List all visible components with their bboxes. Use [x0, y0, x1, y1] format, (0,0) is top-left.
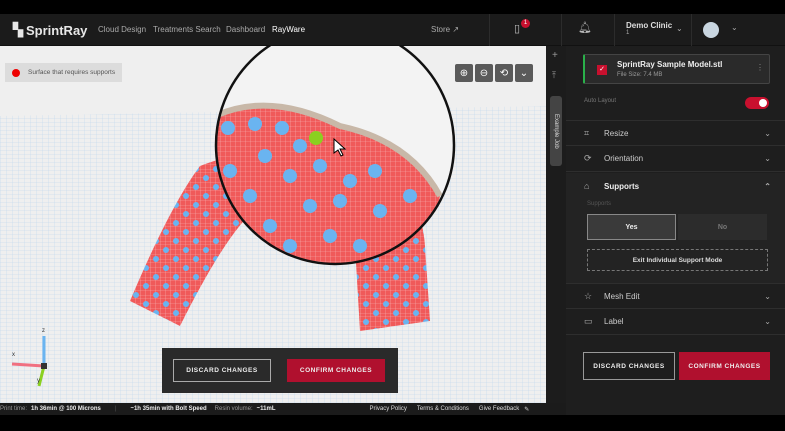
avatar[interactable] [703, 22, 719, 38]
clinic-name: Demo Clinic [626, 21, 673, 30]
section-supports[interactable]: ⌂ Supports ⌃ [566, 173, 785, 199]
selected-support-point[interactable] [309, 131, 323, 145]
print-time-label: Print time: [0, 406, 28, 412]
upload-icon[interactable]: ⤒ [552, 70, 556, 81]
nav-treatments-search[interactable]: Treatments Search [153, 25, 221, 34]
zoom-in-icon[interactable]: ⊕ [455, 64, 473, 82]
label-title: Label [604, 317, 624, 326]
supports-no-button[interactable]: No [678, 214, 767, 240]
bolt-speed-time: ~1h 35min with Bolt Speed [130, 406, 207, 412]
chevron-down-icon: ⌄ [764, 317, 771, 326]
section-resize[interactable]: ⌗ Resize ⌄ [566, 120, 785, 146]
nav-rayware[interactable]: RayWare [272, 25, 305, 34]
discard-changes-button[interactable]: DISCARD CHANGES [173, 359, 271, 382]
example-job-tab[interactable]: Example Job [550, 96, 562, 166]
x-axis-label: x [12, 352, 15, 358]
panel-confirm-changes-button[interactable]: CONFIRM CHANGES [679, 352, 770, 380]
file-checkbox[interactable]: ✓ [597, 65, 607, 75]
section-label[interactable]: ▭ Label ⌄ [566, 309, 785, 335]
chevron-down-icon: ⌄ [764, 154, 771, 163]
mesh-edit-label: Mesh Edit [604, 291, 640, 301]
chevron-down-icon: ⌄ [764, 128, 771, 138]
resin-volume-label: Resin volume: [214, 406, 253, 412]
file-name: SprintRay Sample Model.stl [617, 60, 723, 69]
view-dropdown-icon[interactable]: ⌄ [515, 64, 533, 82]
view-toolbar: ⊕ ⊖ ⟲ ⌄ [455, 64, 533, 82]
z-axis-label: z [42, 328, 45, 334]
logo-icon: ▚ [13, 22, 23, 37]
chevron-up-icon: ⌃ [764, 181, 771, 191]
legend-text: Surface that requires supports [28, 69, 116, 76]
right-panel: ✓ SprintRay Sample Model.stl File Size: … [566, 46, 785, 415]
exit-support-mode-button[interactable]: Exit Individual Support Mode [587, 249, 768, 271]
supports-icon: ⌂ [584, 181, 590, 191]
auto-layout-toggle[interactable] [745, 97, 769, 109]
changes-bar: DISCARD CHANGES CONFIRM CHANGES [162, 348, 398, 393]
x-axis [11, 362, 45, 368]
label-icon: ▭ [584, 316, 593, 326]
clinic-selector[interactable]: Demo Clinic 1 ⌄ [626, 21, 683, 36]
zoom-out-icon[interactable]: ⊖ [475, 64, 493, 82]
confirm-changes-button[interactable]: CONFIRM CHANGES [287, 359, 385, 382]
nav-cloud-design[interactable]: Cloud Design [98, 25, 146, 34]
print-queue-icon[interactable]: ▯ 1 [514, 19, 530, 35]
file-size: File Size: 7.4 MB [617, 72, 663, 78]
store-label: Store [431, 25, 451, 34]
print-time-value: 1h 36min @ 100 Microns [31, 406, 101, 412]
clinic-sub: 1 [626, 30, 630, 36]
notification-badge: 1 [521, 19, 530, 28]
auto-layout-label: Auto Layout [584, 98, 617, 104]
nav-dashboard[interactable]: Dashboard [226, 25, 265, 34]
orientation-label: Orientation [604, 154, 644, 163]
add-icon[interactable]: + [552, 50, 558, 61]
external-link-icon: ↗ [452, 25, 460, 34]
terms-link[interactable]: Terms & Conditions [417, 406, 469, 412]
file-card[interactable]: ✓ SprintRay Sample Model.stl File Size: … [583, 54, 770, 84]
chevron-down-icon: ⌄ [764, 291, 771, 301]
resin-volume-value: ~11mL [256, 406, 276, 412]
red-dot-icon [12, 68, 20, 77]
supports-field-label: Supports [587, 201, 612, 207]
mesh-edit-icon: ☆ [584, 290, 593, 301]
supports-yes-button[interactable]: Yes [587, 214, 676, 240]
rotate-view-icon[interactable]: ⟲ [495, 64, 513, 82]
resize-label: Resize [604, 128, 629, 138]
store-link[interactable]: Store ↗ [431, 25, 459, 34]
more-options-icon[interactable]: ⋮ [756, 63, 764, 72]
y-axis-label: y [37, 378, 40, 384]
crop-icon: ⌗ [584, 127, 590, 138]
give-feedback-link[interactable]: Give Feedback [479, 406, 519, 412]
bell-icon[interactable]: 🔔︎ [578, 21, 592, 34]
3d-viewport[interactable]: z x y Surface that requires supports ⊕ ⊖… [0, 46, 546, 403]
section-mesh-edit[interactable]: ☆ Mesh Edit ⌄ [566, 283, 785, 309]
top-nav: ▚ SprintRay Cloud Design Treatments Searc… [0, 14, 785, 46]
supports-title: Supports [604, 181, 640, 191]
privacy-policy-link[interactable]: Privacy Policy [370, 406, 407, 412]
sprintray-logo[interactable]: ▚ SprintRay [13, 22, 87, 38]
support-legend: Surface that requires supports [5, 63, 122, 82]
feedback-icon[interactable]: ✎ [524, 406, 529, 413]
panel-discard-changes-button[interactable]: DISCARD CHANGES [583, 352, 675, 380]
divider [691, 14, 692, 46]
side-toolbar: + ⤒ Example Job [546, 46, 566, 403]
account-chevron-icon[interactable]: ⌄ [731, 23, 738, 32]
divider [614, 14, 615, 46]
status-bar: Print time: 1h 36min @ 100 Microns | ~1h… [0, 403, 566, 415]
chevron-down-icon: ⌄ [676, 24, 683, 33]
divider [561, 14, 562, 46]
orientation-icon: ⟳ [584, 153, 592, 163]
divider [489, 14, 490, 46]
section-orientation[interactable]: ⟳ Orientation ⌄ [566, 146, 785, 172]
